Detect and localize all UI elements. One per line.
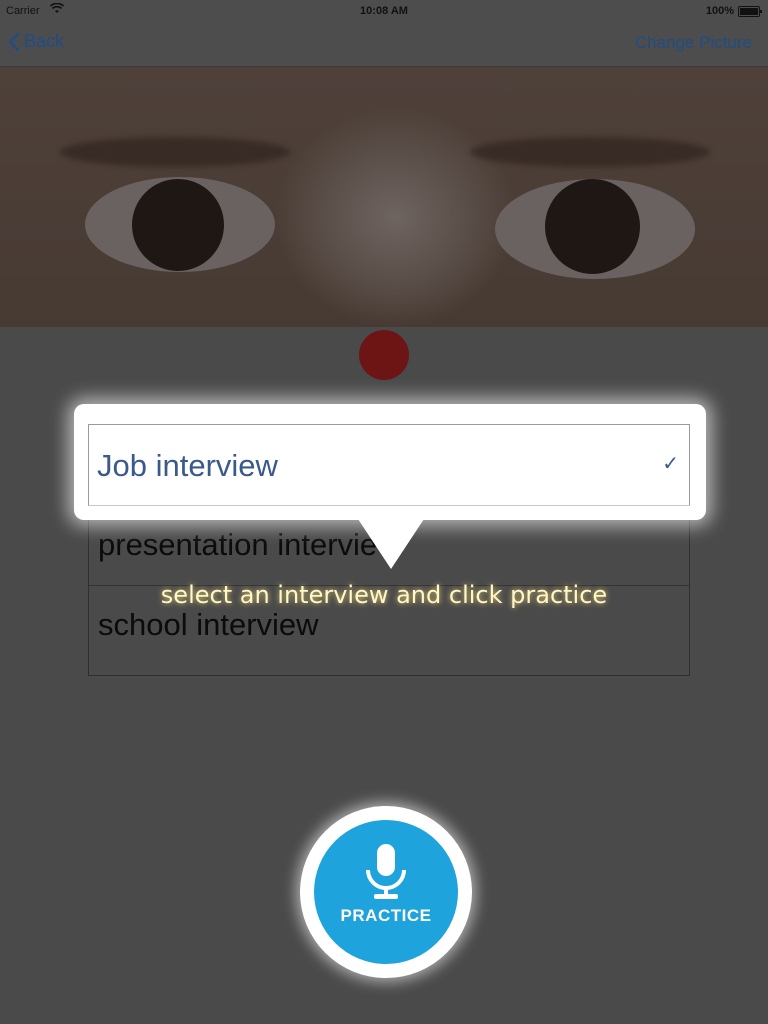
practice-button[interactable]: PRACTICE [300, 806, 472, 978]
microphone-icon [366, 844, 406, 899]
battery-icon [738, 6, 762, 17]
tooltip-pointer [358, 519, 424, 569]
back-label: Back [24, 31, 65, 51]
navigation-bar: Back Change Picture [0, 22, 768, 67]
record-indicator [359, 330, 409, 380]
status-time: 10:08 AM [360, 5, 408, 17]
change-picture-button[interactable]: Change Picture [635, 33, 752, 53]
face-photo [0, 67, 768, 327]
back-button[interactable]: Back [8, 31, 64, 52]
selected-option-label: Job interview [97, 448, 278, 483]
status-bar: Carrier 10:08 AM 100% [0, 0, 768, 22]
instruction-tip: select an interview and click practice [160, 581, 608, 609]
battery-percent: 100% [705, 5, 734, 17]
practice-label: PRACTICE [340, 906, 432, 925]
checkmark-icon: ✓ [662, 453, 679, 475]
picker-row-label: school interview [98, 607, 319, 642]
chevron-left-icon [8, 32, 20, 51]
picker-row-label: presentation interview [98, 527, 400, 562]
highlighted-option[interactable]: Job interview ✓ [74, 404, 706, 520]
